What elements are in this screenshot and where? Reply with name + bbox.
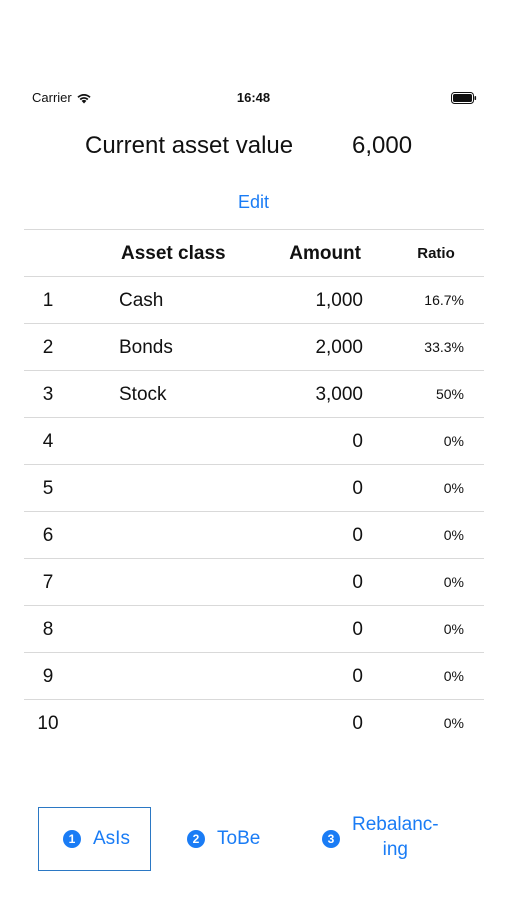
row-amount: 0 [352, 666, 363, 687]
asset-title: Current asset value [85, 132, 294, 159]
asset-total-value: 6,000 [352, 132, 413, 159]
table-row[interactable]: 5 0 0% [24, 464, 484, 511]
row-ratio: 50% [435, 386, 464, 402]
table-row[interactable]: 2 Bonds 2,000 33.3% [24, 323, 484, 370]
tab-tobe-label: ToBe [217, 828, 261, 849]
table-row[interactable]: 9 0 0% [24, 652, 484, 699]
column-header-ratio: Ratio [417, 245, 455, 262]
table-row[interactable]: 7 0 0% [24, 558, 484, 605]
row-amount: 0 [352, 478, 363, 499]
table-row[interactable]: 3 Stock 3,000 50% [24, 370, 484, 417]
table-row[interactable]: 1 Cash 1,000 16.7% [24, 276, 484, 323]
tab-tobe-number-badge: 2 [187, 830, 205, 848]
tab-asis-number-badge: 1 [63, 830, 81, 848]
asset-table: Asset class Amount Ratio 1 Cash 1,000 16… [24, 229, 484, 746]
row-amount: 2,000 [315, 337, 363, 358]
bottom-tab-bar: 1 AsIs 2 ToBe 3 Rebalanc- ing [0, 807, 507, 873]
row-amount: 3,000 [315, 384, 363, 405]
row-amount: 0 [352, 713, 363, 734]
row-index: 10 [37, 713, 59, 734]
edit-button[interactable]: Edit [0, 192, 507, 213]
row-amount: 1,000 [315, 290, 363, 311]
tab-rebalancing-label-line2: ing [382, 839, 408, 860]
row-asset-class: Stock [119, 384, 167, 405]
row-ratio: 0% [443, 574, 464, 590]
row-amount: 0 [352, 431, 363, 452]
row-amount: 0 [352, 525, 363, 546]
table-header-row: Asset class Amount Ratio [24, 229, 484, 276]
row-index: 6 [42, 525, 54, 546]
row-index: 1 [42, 290, 54, 311]
row-index: 2 [42, 337, 54, 358]
tab-rebalancing-label: Rebalanc- ing [352, 812, 439, 862]
row-amount: 0 [352, 619, 363, 640]
tab-asis-label: AsIs [93, 828, 130, 849]
tab-tobe[interactable]: 2 ToBe [187, 807, 297, 871]
tab-rebalancing-number-badge: 3 [322, 830, 340, 848]
tab-rebalancing[interactable]: 3 Rebalanc- ing [322, 807, 472, 871]
battery-icon [451, 92, 477, 104]
row-ratio: 0% [443, 715, 464, 731]
tab-asis[interactable]: 1 AsIs [38, 807, 151, 871]
row-ratio: 0% [443, 433, 464, 449]
row-asset-class: Bonds [119, 337, 173, 358]
row-asset-class: Cash [119, 290, 164, 311]
table-row[interactable]: 6 0 0% [24, 511, 484, 558]
row-index: 8 [42, 619, 54, 640]
row-ratio: 33.3% [424, 339, 464, 355]
row-ratio: 0% [443, 527, 464, 543]
row-index: 7 [42, 572, 54, 593]
row-amount: 0 [352, 572, 363, 593]
row-index: 4 [42, 431, 54, 452]
column-header-index [24, 230, 72, 277]
status-bar: Carrier 16:48 [0, 88, 507, 110]
row-ratio: 0% [443, 621, 464, 637]
status-time: 16:48 [236, 90, 271, 105]
row-index: 3 [42, 384, 54, 405]
row-ratio: 0% [443, 480, 464, 496]
table-row[interactable]: 10 0 0% [24, 699, 484, 746]
table-row[interactable]: 4 0 0% [24, 417, 484, 464]
row-index: 9 [42, 666, 54, 687]
row-ratio: 0% [443, 668, 464, 684]
tab-rebalancing-label-line1: Rebalanc- [352, 814, 439, 835]
table-row[interactable]: 8 0 0% [24, 605, 484, 652]
row-index: 5 [42, 478, 54, 499]
column-header-amount: Amount [289, 243, 361, 264]
column-header-asset-class: Asset class [121, 243, 226, 264]
asset-header: Current asset value 6,000 [0, 132, 507, 166]
row-ratio: 16.7% [424, 292, 464, 308]
